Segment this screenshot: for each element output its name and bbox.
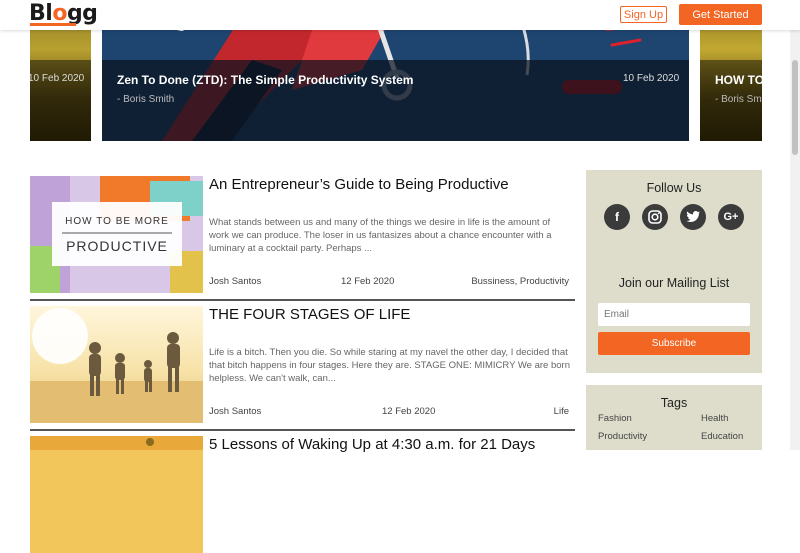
email-field[interactable] (598, 303, 750, 326)
page-scrollbar-thumb[interactable] (792, 60, 798, 155)
logo-underline (30, 23, 76, 26)
get-started-button[interactable]: Get Started (679, 4, 762, 25)
slide-title[interactable]: Zen To Done (ZTD): The Simple Productivi… (117, 73, 413, 87)
post-title[interactable]: THE FOUR STAGES OF LIFE (209, 306, 410, 323)
google-plus-icon[interactable]: G+ (718, 204, 744, 230)
post-title[interactable]: 5 Lessons of Waking Up at 4:30 a.m. for … (209, 436, 535, 453)
tag-productivity[interactable]: Productivity (598, 431, 647, 442)
slide-author: - Boris Smith (117, 94, 175, 105)
post-author[interactable]: Josh Santos (209, 276, 261, 287)
post-categories[interactable]: Bussiness, Productivity (471, 276, 569, 287)
post-excerpt: What stands between us and many of the t… (209, 217, 552, 254)
family-beach-thumbnail-image (30, 306, 203, 423)
follow-and-mailing-widget: Follow Us f G+ Join our Mailing List Sub… (586, 170, 762, 373)
slide-date: 10 Feb 2020 (623, 73, 680, 84)
post-categories[interactable]: Life (554, 406, 569, 417)
slide-date: 10 Feb 2020 (30, 73, 85, 84)
post-divider (30, 299, 575, 301)
post-thumbnail[interactable] (30, 436, 203, 553)
signup-button[interactable]: Sign Up (620, 6, 667, 23)
post-thumbnail[interactable]: HOW TO BE MORE PRODUCTIVE (30, 176, 203, 293)
productivity-thumbnail-image (30, 176, 203, 293)
sunrise-thumbnail-image (30, 436, 203, 553)
post-card: 5 Lessons of Waking Up at 4:30 a.m. for … (30, 436, 575, 553)
thumbnail-text-top: HOW TO BE MORE (65, 216, 169, 227)
post-date: 12 Feb 2020 (382, 406, 436, 417)
post-title[interactable]: An Entrepreneur’s Guide to Being Product… (209, 176, 509, 193)
tag-fashion[interactable]: Fashion (598, 413, 632, 424)
follow-us-heading: Follow Us (646, 181, 702, 195)
thumbnail-text-bottom: PRODUCTIVE (66, 238, 168, 254)
twitter-icon[interactable] (680, 204, 706, 230)
top-navbar: Blogg Sign Up Get Started (0, 0, 800, 30)
mailing-list-heading: Join our Mailing List (618, 276, 730, 290)
instagram-icon[interactable] (642, 204, 668, 230)
post-card: HOW TO BE MORE PRODUCTIVE An Entrepreneu… (30, 176, 575, 293)
post-thumbnail[interactable] (30, 306, 203, 423)
slide-author: - Boris Sm (715, 94, 762, 105)
post-date: 12 Feb 2020 (341, 276, 395, 287)
facebook-icon[interactable]: f (604, 204, 630, 230)
post-card: THE FOUR STAGES OF LIFE Life is a bitch.… (30, 306, 575, 423)
slide-title[interactable]: HOW TO (715, 73, 762, 87)
subscribe-button[interactable]: Subscribe (598, 332, 750, 355)
post-author[interactable]: Josh Santos (209, 406, 261, 417)
tag-education[interactable]: Education (701, 431, 743, 442)
tags-widget: Tags Fashion Health Productivity Educati… (586, 385, 762, 450)
post-divider (30, 429, 575, 431)
tag-health[interactable]: Health (701, 413, 728, 424)
tags-heading: Tags (660, 396, 688, 410)
post-excerpt: Life is a bitch. Then you die. So while … (209, 347, 570, 384)
